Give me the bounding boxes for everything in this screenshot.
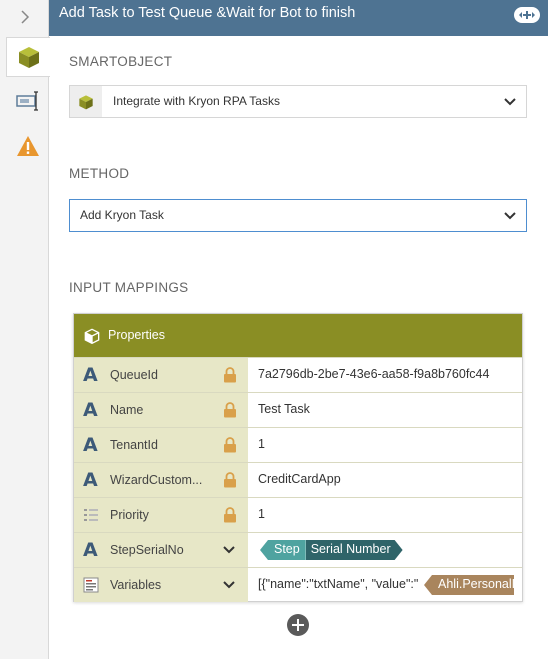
chevron-down-icon[interactable] [222,579,236,591]
text-cursor-form-icon [15,91,38,111]
text-type-icon: A [83,434,98,456]
page-title: Add Task to Test Queue &Wait for Bot to … [59,5,356,21]
tab-mapping[interactable] [6,80,49,122]
plus-icon [292,619,304,631]
variables-value[interactable]: [{"name":"txtName", "value":" Ahli.Perso… [248,568,514,602]
text-type-icon: A [83,539,98,561]
left-rail [0,0,50,659]
table-row: A StepSerialNo Step Serial Number [74,532,522,567]
lock-icon[interactable] [223,367,237,383]
property-value[interactable]: CreditCardApp [258,472,341,486]
row-label-cell: A QueueId [74,358,248,392]
properties-title: Properties [108,328,165,342]
chevron-down-icon [504,98,516,106]
warning-icon [16,136,39,156]
smartobject-label: SMARTOBJECT [69,54,173,69]
property-value[interactable]: 1 [258,437,265,451]
table-row: A WizardCustom... CreditCardApp [74,462,522,497]
property-name: Name [110,403,144,417]
text-type-icon: A [83,364,98,386]
text-type-icon: A [83,469,98,491]
property-value[interactable]: 1 [258,507,265,521]
method-label: METHOD [69,166,130,181]
add-mapping-button[interactable] [287,614,309,636]
chevron-right-icon [20,10,29,24]
lock-icon[interactable] [223,402,237,418]
text-type-icon: A [83,399,98,421]
smartobject-cube-icon [70,86,102,117]
properties-panel: Properties A QueueId 7a2796db-2be7-43e6-… [73,313,523,602]
property-name: StepSerialNo [110,543,184,557]
panel-header: Add Task to Test Queue &Wait for Bot to … [49,0,548,36]
add-step-button[interactable] [514,7,540,23]
variables-text: [{"name":"txtName", "value":" [258,577,419,591]
chevron-down-icon [504,212,516,220]
table-row: A Name Test Task [74,392,522,427]
property-name: TenantId [110,438,158,452]
cube-outline-icon [84,328,100,344]
property-name: QueueId [110,368,158,382]
cube-icon [18,47,39,68]
table-row: A QueueId 7a2796db-2be7-43e6-aa58-f9a8b7… [74,357,522,392]
variable-token[interactable]: Ahli.PersonalIn [424,575,514,595]
property-name: Variables [110,578,162,592]
document-lines-icon [83,577,99,593]
table-row: Variables [{"name":"txtName", "value":" … [74,567,522,602]
row-label-cell: Variables [74,568,248,602]
step-token: Step [260,540,306,560]
row-label-cell: Priority [74,498,248,532]
property-value[interactable]: 7a2796db-2be7-43e6-aa58-f9a8b760fc44 [258,367,489,381]
table-row: Priority 1 [74,497,522,532]
property-name: WizardCustom... [110,473,203,487]
expand-panel-button[interactable] [0,0,49,34]
add-step-icon [519,11,535,19]
method-value: Add Kryon Task [80,208,164,222]
property-name: Priority [110,508,149,522]
table-row: A TenantId 1 [74,427,522,462]
row-label-cell: A Name [74,393,248,427]
list-numbered-icon [84,509,98,521]
tab-warnings[interactable] [6,125,49,167]
properties-header[interactable]: Properties [74,314,522,357]
row-label-cell: A WizardCustom... [74,463,248,497]
row-label-cell: A TenantId [74,428,248,462]
chevron-down-icon[interactable] [222,544,236,556]
lock-icon[interactable] [223,507,237,523]
smartobject-dropdown[interactable]: Integrate with Kryon RPA Tasks [69,85,527,118]
input-mappings-label: INPUT MAPPINGS [69,280,189,295]
row-label-cell: A StepSerialNo [74,533,248,567]
method-dropdown[interactable]: Add Kryon Task [69,199,527,232]
content-area: SMARTOBJECT Integrate with Kryon RPA Tas… [49,36,548,659]
smartobject-value: Integrate with Kryon RPA Tasks [113,94,280,108]
step-field-token[interactable]: Step Serial Number [260,540,403,560]
field-token: Serial Number [306,540,403,560]
property-value[interactable]: Test Task [258,402,310,416]
lock-icon[interactable] [223,472,237,488]
tab-smartobject[interactable] [6,37,50,77]
lock-icon[interactable] [223,437,237,453]
